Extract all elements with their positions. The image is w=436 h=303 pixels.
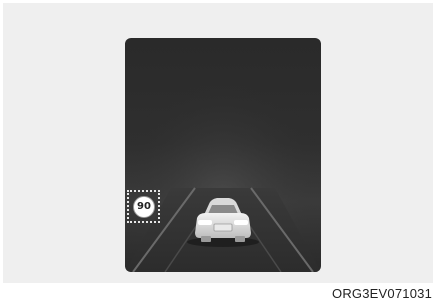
figure-code-label: ORG3EV071031 bbox=[332, 286, 432, 301]
speed-limit-sign-icon: 90 bbox=[133, 196, 155, 218]
speed-limit-value: 90 bbox=[137, 201, 151, 212]
road-scene bbox=[125, 38, 321, 272]
head-up-display-panel: 90 bbox=[125, 38, 321, 272]
speed-limit-highlight: 90 bbox=[127, 190, 160, 223]
